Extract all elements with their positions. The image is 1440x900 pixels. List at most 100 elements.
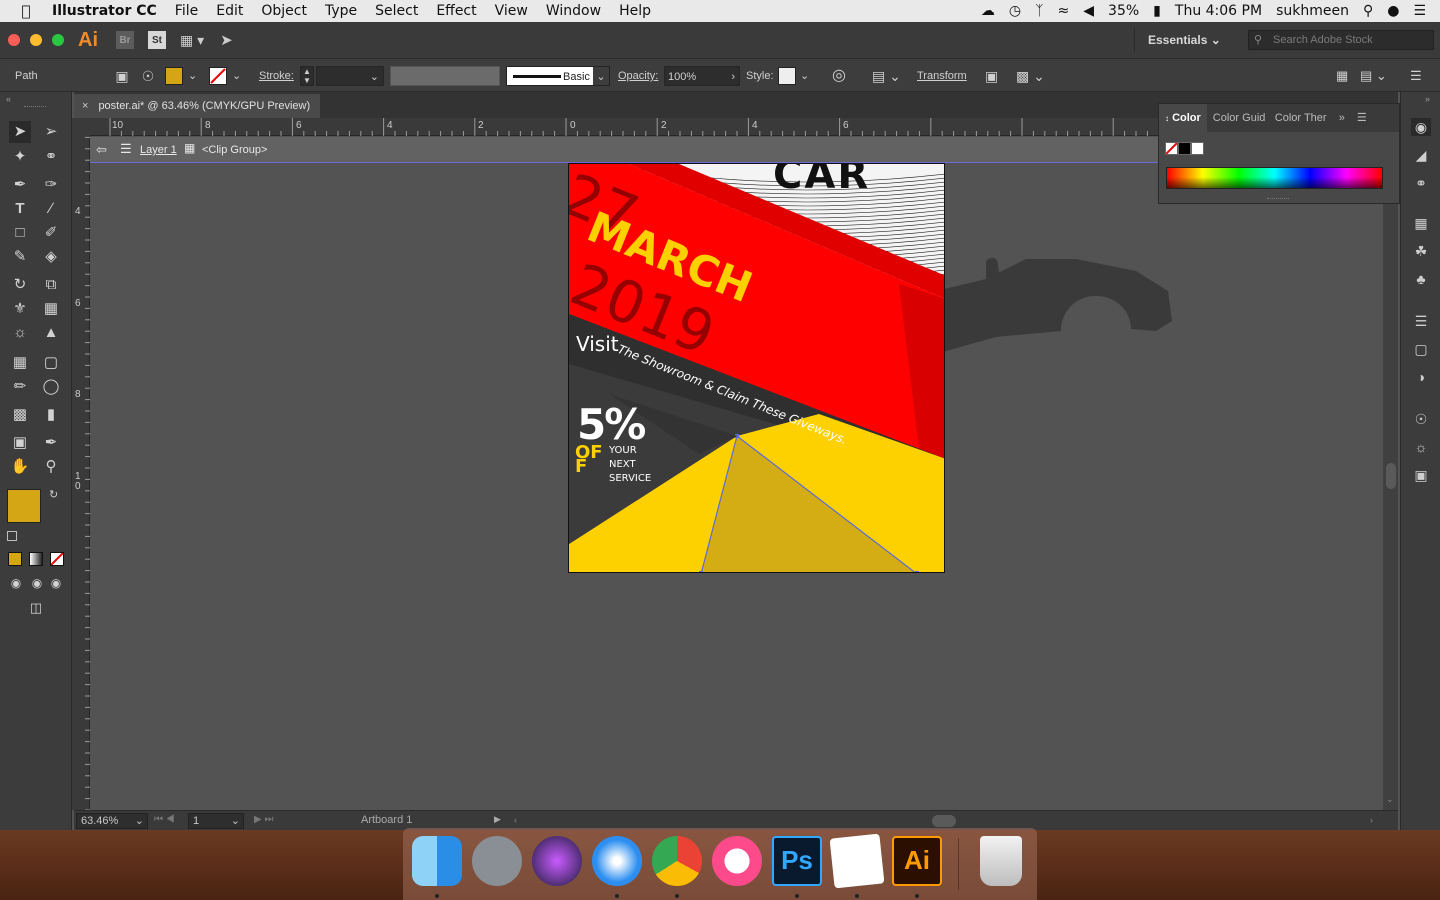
- first-artboard-icon[interactable]: ⏮ ◀: [154, 814, 175, 825]
- stroke-dropdown-icon[interactable]: ⌄: [232, 66, 241, 86]
- rotate-tool-icon[interactable]: ↻: [9, 274, 31, 296]
- color-spectrum[interactable]: [1166, 167, 1383, 189]
- eraser-tool-icon[interactable]: ◈: [40, 246, 62, 268]
- tab-color-themes[interactable]: Color Ther: [1269, 104, 1331, 132]
- stroke-swatch[interactable]: [209, 67, 227, 85]
- horizontal-scroll-thumb[interactable]: [932, 815, 956, 827]
- artboard-number-input[interactable]: 1 ⌄: [188, 813, 244, 829]
- arrange-icon[interactable]: ▦: [1336, 66, 1348, 86]
- trash-icon[interactable]: [980, 836, 1022, 886]
- chrome-icon[interactable]: [652, 836, 702, 886]
- menu-object[interactable]: Object: [261, 3, 307, 19]
- apple-icon[interactable]: : [0, 2, 52, 20]
- document-tab[interactable]: × poster.ai* @ 63.46% (CMYK/GPU Preview): [74, 94, 320, 118]
- shaper-tool-icon[interactable]: ✎: [9, 246, 31, 268]
- stock-button[interactable]: St: [148, 31, 166, 49]
- arrange-documents-icon[interactable]: ▦ ▾: [180, 32, 204, 49]
- style-dropdown-icon[interactable]: ⌄: [800, 66, 809, 86]
- gradient-tool-icon[interactable]: ▢: [40, 352, 62, 374]
- artboard[interactable]: CAR 27 MARCH 2019 Visit The Showroom & C…: [568, 163, 945, 573]
- user-name[interactable]: sukhmeen: [1276, 3, 1349, 19]
- swatches-icon[interactable]: ▦: [1411, 214, 1431, 232]
- panel-grip[interactable]: [24, 106, 46, 108]
- line-tool-icon[interactable]: ∕: [40, 198, 62, 220]
- pen-tool-icon[interactable]: ✒: [9, 174, 31, 196]
- pages-icon[interactable]: [829, 833, 885, 889]
- close-tab-icon[interactable]: ×: [82, 100, 88, 112]
- panel-options-icon[interactable]: ▤ ⌄: [1360, 66, 1387, 86]
- more-panels-icon[interactable]: »: [1333, 104, 1351, 132]
- menu-help[interactable]: Help: [619, 3, 651, 19]
- itunes-icon[interactable]: [712, 836, 762, 886]
- bridge-button[interactable]: Br: [116, 31, 134, 49]
- bluetooth-icon[interactable]: ᛉ: [1035, 3, 1043, 19]
- eyedropper-tool-icon[interactable]: ✏: [9, 376, 31, 398]
- status-menu-arrow-icon[interactable]: ▶: [494, 814, 501, 825]
- battery-icon[interactable]: ▮: [1153, 3, 1161, 19]
- vertical-scrollbar[interactable]: ⌄: [1383, 118, 1398, 810]
- canvas[interactable]: CAR 27 MARCH 2019 Visit The Showroom & C…: [90, 163, 1386, 810]
- stroke-label[interactable]: Stroke:: [259, 66, 294, 86]
- scroll-right-icon[interactable]: ›: [1370, 815, 1373, 825]
- time-machine-icon[interactable]: ◷: [1009, 3, 1021, 19]
- brush-definition[interactable]: Basic ⌄: [506, 66, 610, 86]
- wifi-icon[interactable]: ≈: [1058, 3, 1070, 19]
- illustrator-dock-icon[interactable]: Ai: [892, 836, 942, 886]
- anchor-point[interactable]: [915, 571, 919, 573]
- type-tool-icon[interactable]: T: [9, 198, 31, 220]
- screen-mode-icon[interactable]: ◫: [25, 597, 47, 619]
- menu-type[interactable]: Type: [325, 3, 357, 19]
- recolor-artwork-icon[interactable]: ◎: [832, 66, 846, 86]
- curvature-tool-icon[interactable]: ✑: [40, 174, 62, 196]
- lasso-tool-icon[interactable]: ⚭: [40, 146, 62, 168]
- opacity-label[interactable]: Opacity:: [618, 66, 658, 86]
- white-swatch[interactable]: [1191, 142, 1204, 155]
- zoom-level-input[interactable]: 63.46% ⌄: [76, 813, 148, 829]
- magic-wand-tool-icon[interactable]: ✦: [9, 146, 31, 168]
- menu-effect[interactable]: Effect: [436, 3, 476, 19]
- gradient-mode-button[interactable]: [29, 552, 43, 566]
- menu-select[interactable]: Select: [375, 3, 418, 19]
- swap-fill-stroke-icon[interactable]: ↻: [49, 488, 58, 501]
- default-colors-icon[interactable]: [7, 531, 17, 541]
- volume-icon[interactable]: ◀: [1083, 3, 1094, 19]
- safari-icon[interactable]: [592, 836, 642, 886]
- scale-tool-icon[interactable]: ⧉: [40, 274, 62, 296]
- workspace-switcher[interactable]: Essentials ⌄: [1134, 28, 1240, 52]
- breadcrumb-layer[interactable]: Layer 1: [140, 144, 177, 156]
- perspective-grid-tool-icon[interactable]: ▲: [40, 322, 62, 344]
- column-graph-tool-icon[interactable]: ▮: [40, 404, 62, 426]
- menu-edit[interactable]: Edit: [216, 3, 243, 19]
- siri-icon[interactable]: ●: [1387, 3, 1399, 19]
- gradient-panel-icon[interactable]: ▢: [1411, 340, 1431, 358]
- menu-view[interactable]: View: [495, 3, 528, 19]
- draw-normal-icon[interactable]: ◉: [5, 572, 27, 594]
- fill-dropdown-icon[interactable]: ⌄: [188, 66, 197, 86]
- fill-color-box[interactable]: [7, 489, 41, 523]
- launchpad-icon[interactable]: [472, 836, 522, 886]
- appearance-icon[interactable]: ☉: [1411, 410, 1431, 428]
- black-swatch[interactable]: [1178, 142, 1191, 155]
- transform-link[interactable]: Transform: [917, 66, 967, 86]
- brushes-icon[interactable]: ☘: [1411, 242, 1431, 260]
- opacity-input[interactable]: 100% ›: [664, 66, 740, 86]
- symbols-icon[interactable]: ♣: [1411, 270, 1431, 288]
- warp-tool-icon[interactable]: ⚜: [9, 298, 31, 320]
- menu-app-name[interactable]: Illustrator CC: [52, 3, 157, 19]
- scroll-down-icon[interactable]: ⌄: [1386, 794, 1394, 805]
- panel-resize-grip[interactable]: [1267, 198, 1289, 201]
- vertical-scroll-thumb[interactable]: [1386, 463, 1396, 489]
- slice-tool-icon[interactable]: ✒: [40, 432, 62, 454]
- graphic-styles-icon[interactable]: ☼: [1411, 438, 1431, 456]
- stock-search-input[interactable]: Search Adobe Stock: [1248, 30, 1434, 50]
- selection-tool-icon[interactable]: ➤: [9, 121, 31, 143]
- draw-inside-icon[interactable]: ◉: [45, 572, 67, 594]
- stroke-weight-input[interactable]: ⌄: [316, 66, 384, 86]
- color-panel-icon[interactable]: ◉: [1411, 118, 1431, 136]
- collapse-icon[interactable]: »: [1425, 94, 1430, 104]
- graphic-style-swatch[interactable]: [778, 67, 796, 85]
- collapse-icon[interactable]: «: [6, 94, 11, 104]
- zoom-tool-icon[interactable]: ⚲: [40, 456, 62, 478]
- variable-width-profile[interactable]: [390, 66, 500, 86]
- back-arrow-icon[interactable]: ⇦: [96, 142, 107, 158]
